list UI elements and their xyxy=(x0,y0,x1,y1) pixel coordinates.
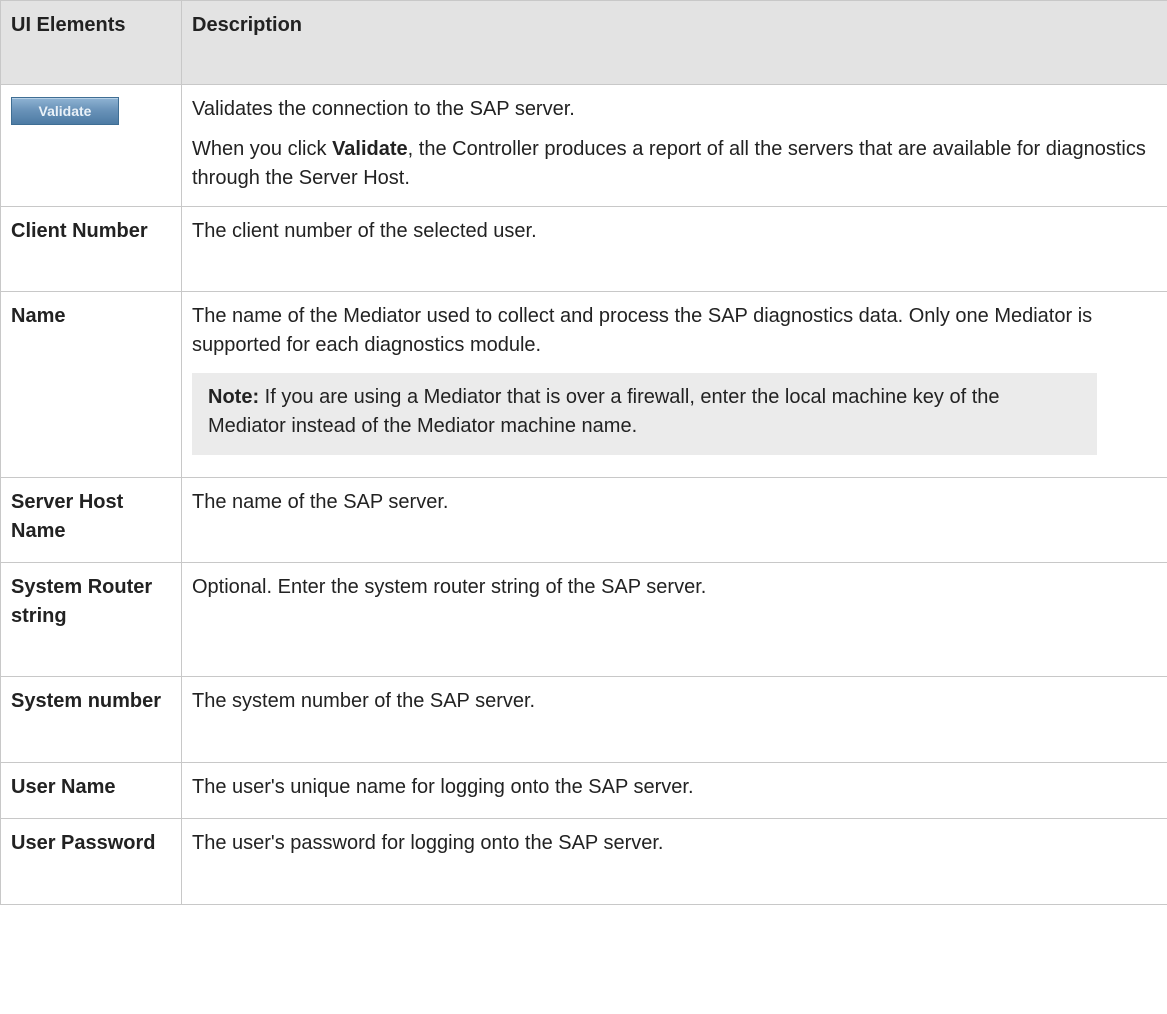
table-header-row: UI Elements Description xyxy=(0,0,1167,85)
client-number-label: Client Number xyxy=(0,206,182,292)
system-router-string-description: Optional. Enter the system router string… xyxy=(181,562,1167,677)
table-row-system-router-string: System Router string Optional. Enter the… xyxy=(0,562,1167,677)
system-number-label: System number xyxy=(0,676,182,763)
header-description: Description xyxy=(181,0,1167,85)
header-ui-elements: UI Elements xyxy=(0,0,182,85)
name-description: The name of the Mediator used to collect… xyxy=(192,305,1093,356)
validate-bold-term: Validate xyxy=(332,138,408,160)
table-row-server-host-name: Server Host Name The name of the SAP ser… xyxy=(0,477,1167,563)
table-row-client-number: Client Number The client number of the s… xyxy=(0,206,1167,292)
table-row-system-number: System number The system number of the S… xyxy=(0,676,1167,763)
note-text: If you are using a Mediator that is over… xyxy=(208,386,1000,437)
description-cell: Validates the connection to the SAP serv… xyxy=(181,84,1167,207)
table-row-validate: Validate Validates the connection to the… xyxy=(0,84,1167,207)
table-row-user-name: User Name The user's unique name for log… xyxy=(0,762,1167,819)
client-number-description: The client number of the selected user. xyxy=(181,206,1167,292)
user-name-description: The user's unique name for logging onto … xyxy=(181,762,1167,819)
system-number-description: The system number of the SAP server. xyxy=(181,676,1167,763)
system-router-string-label: System Router string xyxy=(0,562,182,677)
validate-button[interactable]: Validate xyxy=(11,97,119,125)
validate-description-detail: When you click Validate, the Controller … xyxy=(192,138,1146,189)
ui-elements-table: UI Elements Description Validate Validat… xyxy=(0,0,1167,905)
user-password-label: User Password xyxy=(0,818,182,905)
user-name-label: User Name xyxy=(0,762,182,819)
validate-description: Validates the connection to the SAP serv… xyxy=(192,98,575,120)
description-cell: The name of the Mediator used to collect… xyxy=(181,291,1167,478)
element-cell: Validate xyxy=(0,84,182,207)
note-box: Note: If you are using a Mediator that i… xyxy=(192,373,1097,455)
table-row-name: Name The name of the Mediator used to co… xyxy=(0,291,1167,478)
server-host-name-label: Server Host Name xyxy=(0,477,182,563)
user-password-description: The user's password for logging onto the… xyxy=(181,818,1167,905)
name-label: Name xyxy=(0,291,182,478)
note-label: Note: xyxy=(208,386,260,408)
table-row-user-password: User Password The user's password for lo… xyxy=(0,818,1167,905)
server-host-name-description: The name of the SAP server. xyxy=(181,477,1167,563)
